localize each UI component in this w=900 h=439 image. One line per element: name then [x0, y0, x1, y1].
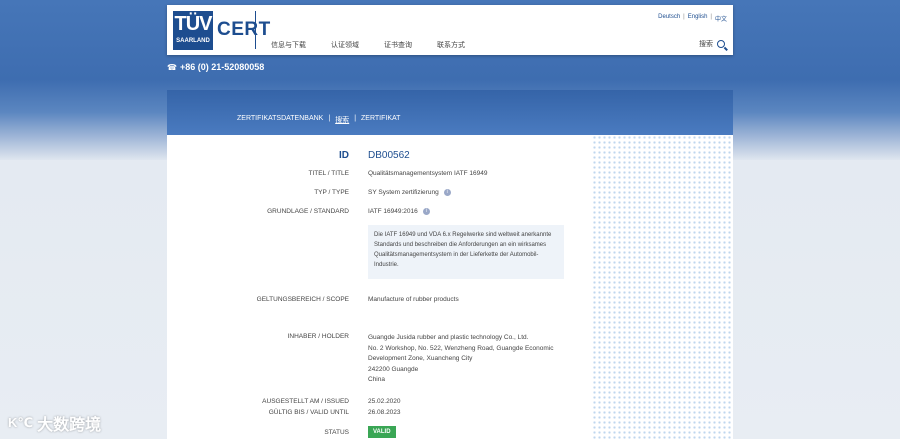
id-value: DB00562 [368, 150, 410, 161]
tuv-logo[interactable]: TÜV SAARLAND [173, 11, 213, 50]
status-label: STATUS [324, 429, 349, 436]
site-header: TÜV SAARLAND CERT 信息与下载 认证领域 证书查询 联系方式 D… [167, 5, 733, 55]
certificate-panel: ID DB00562 TITEL / TITLE Qualitätsmanage… [167, 135, 592, 439]
breadcrumb-separator: | [354, 115, 357, 122]
type-value-wrap: SY System zertifizierung i [368, 189, 451, 196]
nav-item-info-download[interactable]: 信息与下载 [271, 40, 306, 50]
phone-icon: ☎ [167, 62, 177, 72]
issued-value: 25.02.2020 [368, 398, 401, 405]
info-icon[interactable]: i [422, 208, 430, 215]
header-divider [255, 11, 256, 49]
lang-separator: | [710, 14, 712, 20]
scope-label: GELTUNGSBEREICH / SCOPE [256, 296, 349, 303]
scope-value: Manufacture of rubber products [368, 296, 459, 303]
holder-line: Guangde Jusida rubber and plastic techno… [368, 334, 529, 341]
breadcrumb-certificate: ZERTIFIKAT [361, 115, 401, 122]
holder-label: INHABER / HOLDER [287, 333, 349, 340]
holder-line: 242200 Guangde [368, 365, 419, 373]
breadcrumb: ZERTIFIKATSDATENBANK | 搜索 | ZERTIFIKAT [237, 115, 400, 125]
breadcrumb-database[interactable]: ZERTIFIKATSDATENBANK [237, 115, 323, 125]
brand-name: CERT [217, 19, 271, 40]
logo-bottom-text: SAARLAND [176, 38, 210, 44]
phone-number: +86 (0) 21-52080058 [179, 62, 265, 72]
issued-label: AUSGESTELLT AM / ISSUED [262, 398, 349, 405]
breadcrumb-separator: | [328, 115, 331, 122]
standard-label: GRUNDLAGE / STANDARD [267, 208, 349, 215]
phone-contact[interactable]: ☎ +86 (0) 21-52080058 [167, 62, 264, 72]
valid-label: GÜLTIG BIS / VALID UNTIL [268, 409, 349, 416]
standard-value-wrap: IATF 16949:2016 i [368, 208, 430, 215]
decorative-pattern [592, 135, 733, 439]
nav-item-certification-fields[interactable]: 认证领域 [331, 40, 359, 50]
id-label: ID [339, 150, 349, 161]
standard-value: IATF 16949:2016 [368, 208, 418, 216]
search-icon [717, 40, 725, 48]
holder-line: Development Zone, Xuancheng City [368, 355, 473, 362]
holder-line: China [368, 376, 385, 383]
status-badge: VALID [368, 426, 396, 438]
title-value: Qualitätsmanagementsystem IATF 16949 [368, 170, 488, 177]
title-label: TITEL / TITLE [308, 170, 349, 177]
nav-item-certificate-search[interactable]: 证书查询 [384, 40, 412, 50]
watermark-logo: K℃ [8, 415, 34, 430]
lang-english[interactable]: English [688, 14, 708, 23]
logo-top-text: TÜV [174, 13, 213, 35]
holder-line: No. 2 Workshop, No. 522, Wenzheng Road, … [368, 344, 554, 352]
search-button[interactable]: 搜索 [699, 39, 725, 49]
nav-item-contact[interactable]: 联系方式 [437, 40, 465, 50]
info-icon[interactable]: i [443, 189, 451, 196]
language-switcher: Deutsch | English | 中文 [658, 14, 727, 23]
valid-value: 26.08.2023 [368, 409, 401, 416]
page-banner: ZERTIFIKATSDATENBANK | 搜索 | ZERTIFIKAT [167, 90, 733, 135]
search-label: 搜索 [699, 41, 713, 48]
main-nav: 信息与下载 认证领域 证书查询 联系方式 [271, 40, 465, 50]
type-label: TYP / TYPE [314, 189, 349, 196]
type-value: SY System zertifizierung [368, 189, 439, 197]
lang-chinese[interactable]: 中文 [715, 14, 727, 23]
lang-separator: | [683, 14, 685, 20]
watermark: K℃ 大数跨境 [8, 411, 101, 435]
standard-info-box: Die IATF 16949 und VDA 6.x Regelwerke si… [368, 225, 564, 279]
watermark-text: 大数跨境 [37, 417, 102, 434]
lang-deutsch[interactable]: Deutsch [658, 14, 680, 23]
holder-value: Guangde Jusida rubber and plastic techno… [368, 333, 553, 386]
breadcrumb-search[interactable]: 搜索 [335, 115, 349, 125]
